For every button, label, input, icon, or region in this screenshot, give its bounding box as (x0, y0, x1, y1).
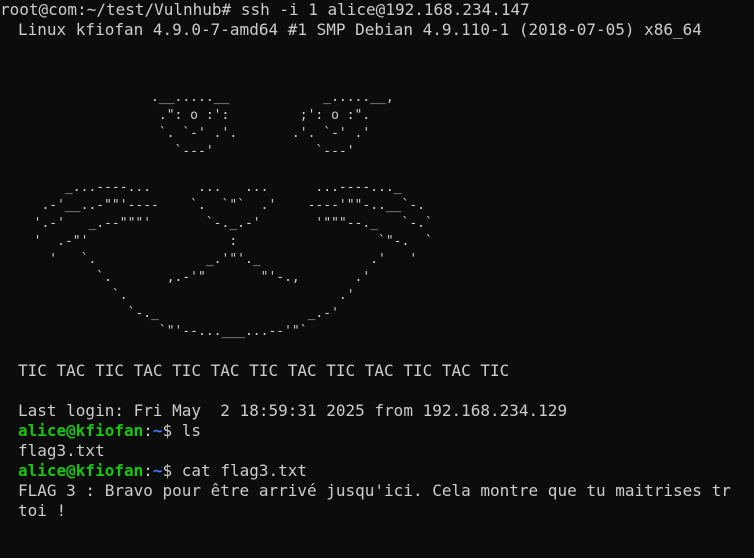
ls-output: flag3.txt (18, 441, 105, 460)
prompt-line-ls: alice@kfiofan:~$ ls (18, 421, 754, 441)
prompt-line-cat: alice@kfiofan:~$ cat flag3.txt (18, 461, 754, 481)
ssh-command-line: root@com:~/test/Vulnhub# ssh -i 1 alice@… (0, 0, 530, 19)
tic-tac-line: TIC TAC TIC TAC TIC TAC TIC TAC TIC TAC … (18, 361, 510, 380)
flag-output-line-2: toi ! (18, 501, 67, 520)
prompt-symbol: $ (162, 421, 182, 440)
ascii-art-face: .__.....__ _.....__, .": o :': ;': o :".… (33, 90, 433, 339)
prompt-colon: : (143, 421, 153, 440)
prompt-user: alice@kfiofan (18, 421, 144, 440)
command-cat: cat flag3.txt (181, 461, 308, 480)
command-ls: ls (181, 421, 202, 440)
system-banner: Linux kfiofan 4.9.0-7-amd64 #1 SMP Debia… (18, 20, 702, 39)
last-login-line: Last login: Fri May 2 18:59:31 2025 from… (18, 401, 568, 420)
prompt-symbol: $ (162, 461, 182, 480)
flag-output-line-1: FLAG 3 : Bravo pour être arrivé jusqu'ic… (18, 481, 731, 500)
prompt-colon: : (143, 461, 153, 480)
prompt-path: ~ (152, 461, 163, 480)
prompt-path: ~ (152, 421, 163, 440)
terminal-window[interactable]: root@com:~/test/Vulnhub# ssh -i 1 alice@… (0, 0, 754, 558)
prompt-user: alice@kfiofan (18, 461, 144, 480)
